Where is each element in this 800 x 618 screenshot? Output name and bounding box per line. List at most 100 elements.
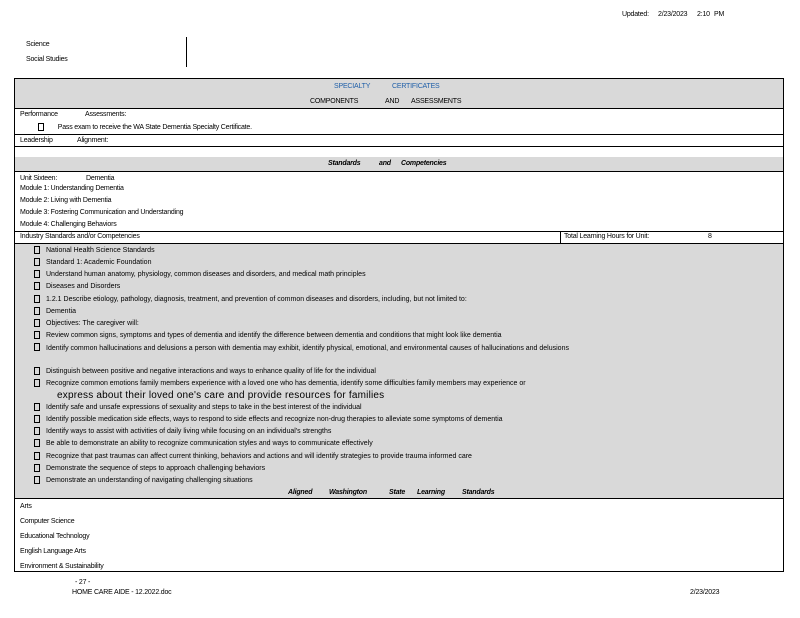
bullet-icon (34, 439, 40, 447)
industry-label: Industry Standards and/or Competencies (20, 233, 140, 240)
competency-text: Identify safe and unsafe expressions of … (46, 403, 362, 411)
performance-item-text: Pass exam to receive the WA State Dement… (57, 123, 252, 131)
competency-item: Demonstrate the sequence of steps to app… (34, 464, 265, 472)
and-word: AND (385, 98, 400, 105)
subject-social-studies: Social Studies (26, 56, 68, 63)
bullet-icon (34, 282, 40, 290)
competency-text: Diseases and Disorders (46, 282, 121, 290)
bullet-icon (34, 258, 40, 266)
certificates-word: CERTIFICATES (392, 83, 440, 90)
updated-date: 2/23/2023 (658, 11, 688, 18)
assessments-label: Assessments: (85, 111, 127, 118)
bullet-icon (34, 307, 40, 315)
bullet-icon (34, 367, 40, 375)
competency-item: Diseases and Disorders (34, 282, 120, 290)
aligned-computer-science: Computer Science (20, 518, 75, 525)
learning-word: Learning (417, 489, 445, 496)
competency-item: Identify possible medication side effect… (34, 415, 503, 423)
competency-text: Objectives: The caregiver will: (46, 319, 139, 327)
competency-item: Identify common hallucinations and delus… (34, 343, 736, 354)
page-number: - 27 - (75, 579, 91, 586)
updated-ampm: PM (714, 11, 725, 18)
bullet-icon (34, 270, 40, 278)
competency-item: Recognize common emotions family members… (34, 379, 526, 387)
competency-item: Recognize that past traumas can affect c… (34, 452, 472, 460)
bullet-icon (34, 403, 40, 411)
unit-label: Unit Sixteen: (20, 175, 58, 182)
competency-text: Standard 1: Academic Foundation (46, 258, 152, 266)
standards-header (15, 157, 783, 171)
competency-text: Recognize common emotions family members… (46, 379, 526, 387)
bullet-icon (34, 246, 40, 254)
bullet-icon (34, 343, 40, 351)
competency-item: Identify safe and unsafe expressions of … (34, 403, 362, 411)
updated-time: 2:10 (697, 11, 710, 18)
divider (186, 37, 187, 67)
updated-label: Updated: (622, 11, 649, 18)
competency-item: Understand human anatomy, physiology, co… (34, 270, 366, 278)
module-4: Module 4: Challenging Behaviors (20, 221, 117, 228)
leadership-label: Leadership (20, 137, 53, 144)
assessments-word: ASSESSMENTS (411, 98, 462, 105)
competency-text: Understand human anatomy, physiology, co… (46, 270, 366, 278)
standards-word-2: Standards (462, 489, 495, 496)
bullet-icon (34, 476, 40, 484)
competency-text: Demonstrate the sequence of steps to app… (46, 464, 266, 472)
total-hours-value: 8 (708, 233, 712, 240)
competency-text: Be able to demonstrate an ability to rec… (46, 439, 373, 447)
competency-text: Identify possible medication side effect… (46, 415, 503, 423)
competency-item: Demonstrate an understanding of navigati… (34, 476, 253, 484)
competency-item: Distinguish between positive and negativ… (34, 367, 376, 375)
competency-text: Dementia (46, 307, 76, 315)
total-hours-label: Total Learning Hours for Unit: (564, 233, 650, 240)
module-3: Module 3: Fostering Communication and Un… (20, 209, 184, 216)
competency-text: 1.2.1 Describe etiology, pathology, diag… (46, 295, 467, 303)
module-1: Module 1: Understanding Dementia (20, 185, 124, 192)
aligned-word: Aligned (288, 489, 313, 496)
specialty-word: SPECIALTY (334, 83, 371, 90)
bullet-icon (34, 295, 40, 303)
competencies-word: Competencies (401, 160, 447, 167)
competency-text: National Health Science Standards (46, 246, 155, 254)
competency-text: Review common signs, symptoms and types … (46, 331, 502, 339)
module-2: Module 2: Living with Dementia (20, 197, 112, 204)
bullet-icon (34, 452, 40, 460)
leadership-alignment: Alignment: (77, 137, 109, 144)
competency-item: Review common signs, symptoms and types … (34, 331, 502, 339)
competency-text: Recognize that past traumas can affect c… (46, 452, 472, 460)
competency-text: Identify ways to assist with activities … (46, 427, 332, 435)
bullet-icon (34, 464, 40, 472)
standards-word: Standards (328, 160, 361, 167)
bullet-icon (34, 379, 40, 387)
competency-item: Standard 1: Academic Foundation (34, 258, 151, 266)
aligned-edtech: Educational Technology (20, 533, 90, 540)
aligned-ela: English Language Arts (20, 548, 86, 555)
competency-item: National Health Science Standards (34, 246, 155, 254)
bullet-icon (34, 319, 40, 327)
competency-item: Be able to demonstrate an ability to rec… (34, 439, 373, 447)
bullet-icon (34, 415, 40, 423)
unit-name: Dementia (86, 175, 115, 182)
footer-doc: HOME CARE AIDE - 12.2022.doc (72, 589, 172, 596)
components-word: COMPONENTS (310, 98, 359, 105)
bullet-icon (34, 331, 40, 339)
aligned-arts: Arts (20, 503, 32, 510)
washington-word: Washington (329, 489, 367, 496)
bullet-icon (38, 123, 44, 131)
competency-text: Demonstrate an understanding of navigati… (46, 476, 253, 484)
competency-item: 1.2.1 Describe etiology, pathology, diag… (34, 295, 467, 303)
bullet-icon (34, 427, 40, 435)
state-word: State (389, 489, 406, 496)
express-line: express about their loved one's care and… (57, 390, 385, 401)
footer-date: 2/23/2023 (690, 589, 720, 596)
performance-item: Pass exam to receive the WA State Dement… (38, 123, 252, 131)
competency-text: Distinguish between positive and negativ… (46, 367, 376, 375)
competency-item: Objectives: The caregiver will: (34, 319, 139, 327)
competency-item: Identify ways to assist with activities … (34, 427, 331, 435)
performance-label: Performance (20, 111, 58, 118)
aligned-environment: Environment & Sustainability (20, 563, 104, 570)
competency-item: Dementia (34, 307, 76, 315)
competency-text: Identify common hallucinations and delus… (46, 345, 569, 352)
and-word-2: and (379, 160, 391, 167)
subject-science: Science (26, 41, 50, 48)
